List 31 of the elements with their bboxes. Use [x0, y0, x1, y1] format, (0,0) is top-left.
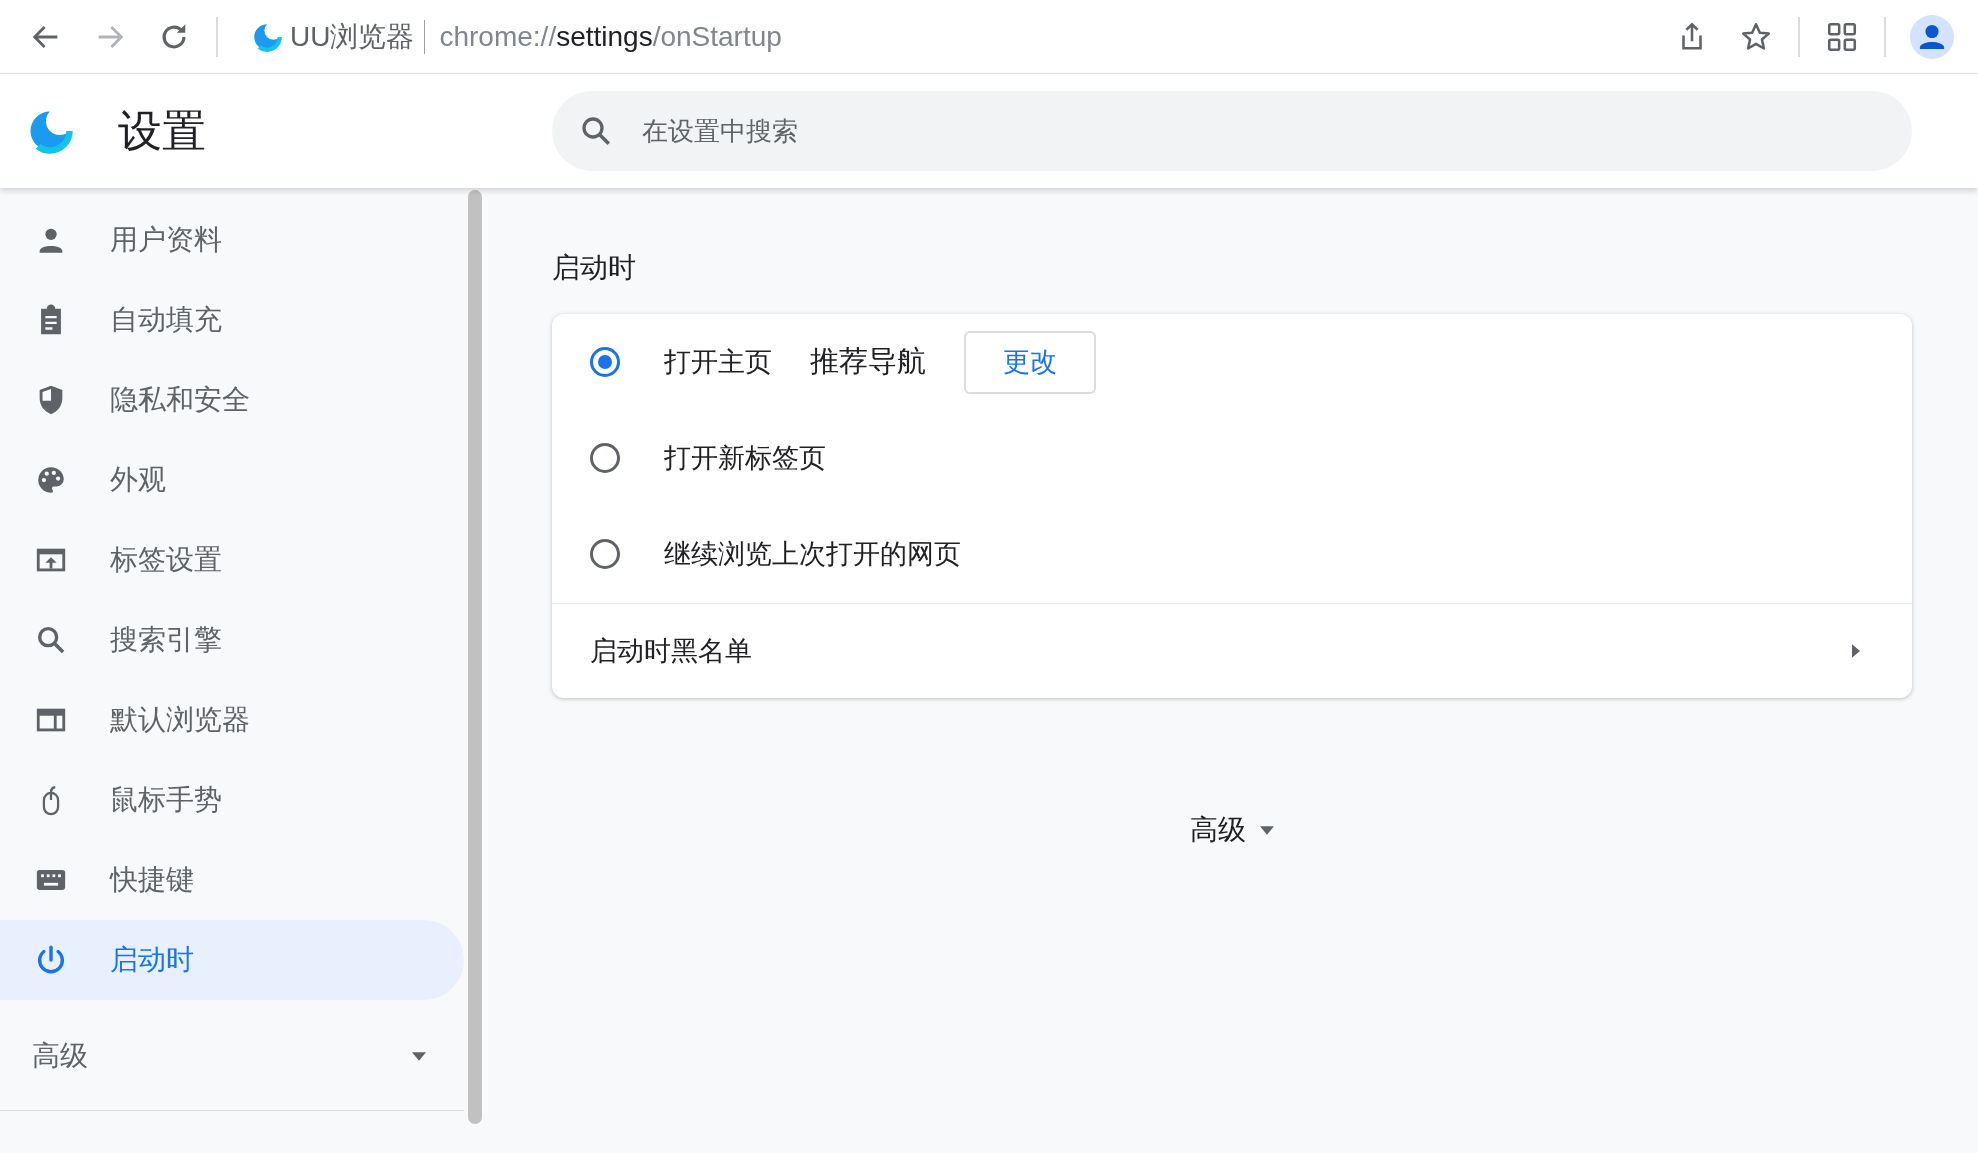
sidebar-item[interactable]: 默认浏览器: [0, 680, 464, 760]
scrollbar[interactable]: [468, 190, 482, 1124]
search-field[interactable]: 在设置中搜索: [552, 91, 1912, 171]
sidebar-item[interactable]: 外观: [0, 440, 464, 520]
sidebar-item[interactable]: 搜索引擎: [0, 600, 464, 680]
profile-avatar-icon[interactable]: [1910, 14, 1954, 59]
address-url[interactable]: chrome://settings/onStartup: [439, 20, 782, 53]
site-name: UU浏览器: [290, 19, 415, 54]
sidebar-item[interactable]: 隐私和安全: [0, 360, 464, 440]
page-title: 设置: [118, 104, 207, 157]
option-label: 打开新标签页: [664, 442, 826, 475]
blacklist-row[interactable]: 启动时黑名单: [552, 603, 1912, 698]
sidebar-item[interactable]: 用户资料: [0, 200, 464, 280]
caret-icon: [1260, 825, 1274, 835]
advanced-button[interactable]: 高级: [1178, 803, 1286, 857]
radio-button[interactable]: [590, 347, 620, 377]
change-button[interactable]: 更改: [964, 330, 1096, 394]
caret-icon: [412, 1051, 426, 1061]
sidebar-item[interactable]: 标签设置: [0, 520, 464, 600]
homepage-name: 推荐导航: [810, 344, 926, 379]
radio-button[interactable]: [590, 539, 620, 569]
radio-button[interactable]: [590, 443, 620, 473]
sidebar-item[interactable]: 启动时: [0, 920, 464, 1000]
sidebar-item[interactable]: 快捷键: [0, 840, 464, 920]
arrow-right-icon: [1852, 644, 1860, 658]
option-label: 打开主页: [664, 346, 772, 379]
sidebar-item[interactable]: 自动填充: [0, 280, 464, 360]
section-title: 启动时: [552, 251, 637, 285]
advanced-toggle[interactable]: 高级: [0, 1016, 464, 1096]
sidebar-item[interactable]: 鼠标手势: [0, 760, 464, 840]
option-label: 继续浏览上次打开的网页: [664, 538, 961, 571]
